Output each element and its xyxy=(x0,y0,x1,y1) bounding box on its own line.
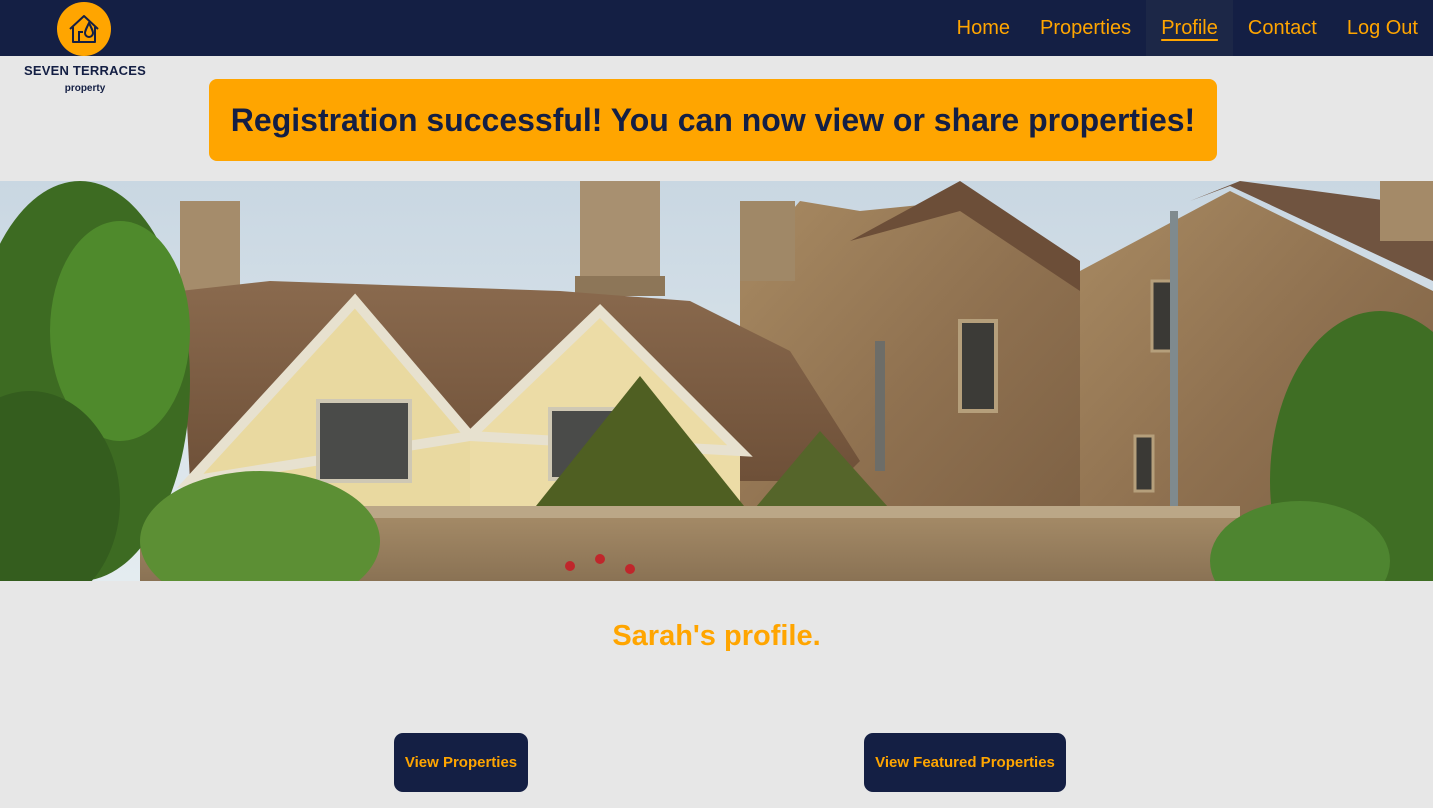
nav-links: Home Properties Profile Contact Log Out xyxy=(942,0,1433,56)
nav-contact-link[interactable]: Contact xyxy=(1233,0,1332,56)
navbar: Home Properties Profile Contact Log Out xyxy=(0,0,1433,56)
house-drop-icon xyxy=(57,2,111,56)
success-alert: Registration successful! You can now vie… xyxy=(209,79,1217,161)
view-featured-properties-button[interactable]: View Featured Properties xyxy=(864,733,1066,792)
brand-logo[interactable]: SEVEN TERRACES property xyxy=(18,0,152,98)
profile-title: Sarah's profile. xyxy=(612,620,821,652)
nav-profile-link[interactable]: Profile xyxy=(1146,0,1233,56)
brand-name: SEVEN TERRACES xyxy=(24,63,146,78)
nav-properties-link[interactable]: Properties xyxy=(1025,0,1146,56)
alert-message: Registration successful! You can now vie… xyxy=(230,101,1196,138)
brand-tagline: property xyxy=(64,83,106,94)
hero-image xyxy=(0,181,1433,581)
nav-logout-link[interactable]: Log Out xyxy=(1332,0,1433,56)
nav-home-link[interactable]: Home xyxy=(942,0,1025,56)
view-properties-button[interactable]: View Properties xyxy=(394,733,528,792)
